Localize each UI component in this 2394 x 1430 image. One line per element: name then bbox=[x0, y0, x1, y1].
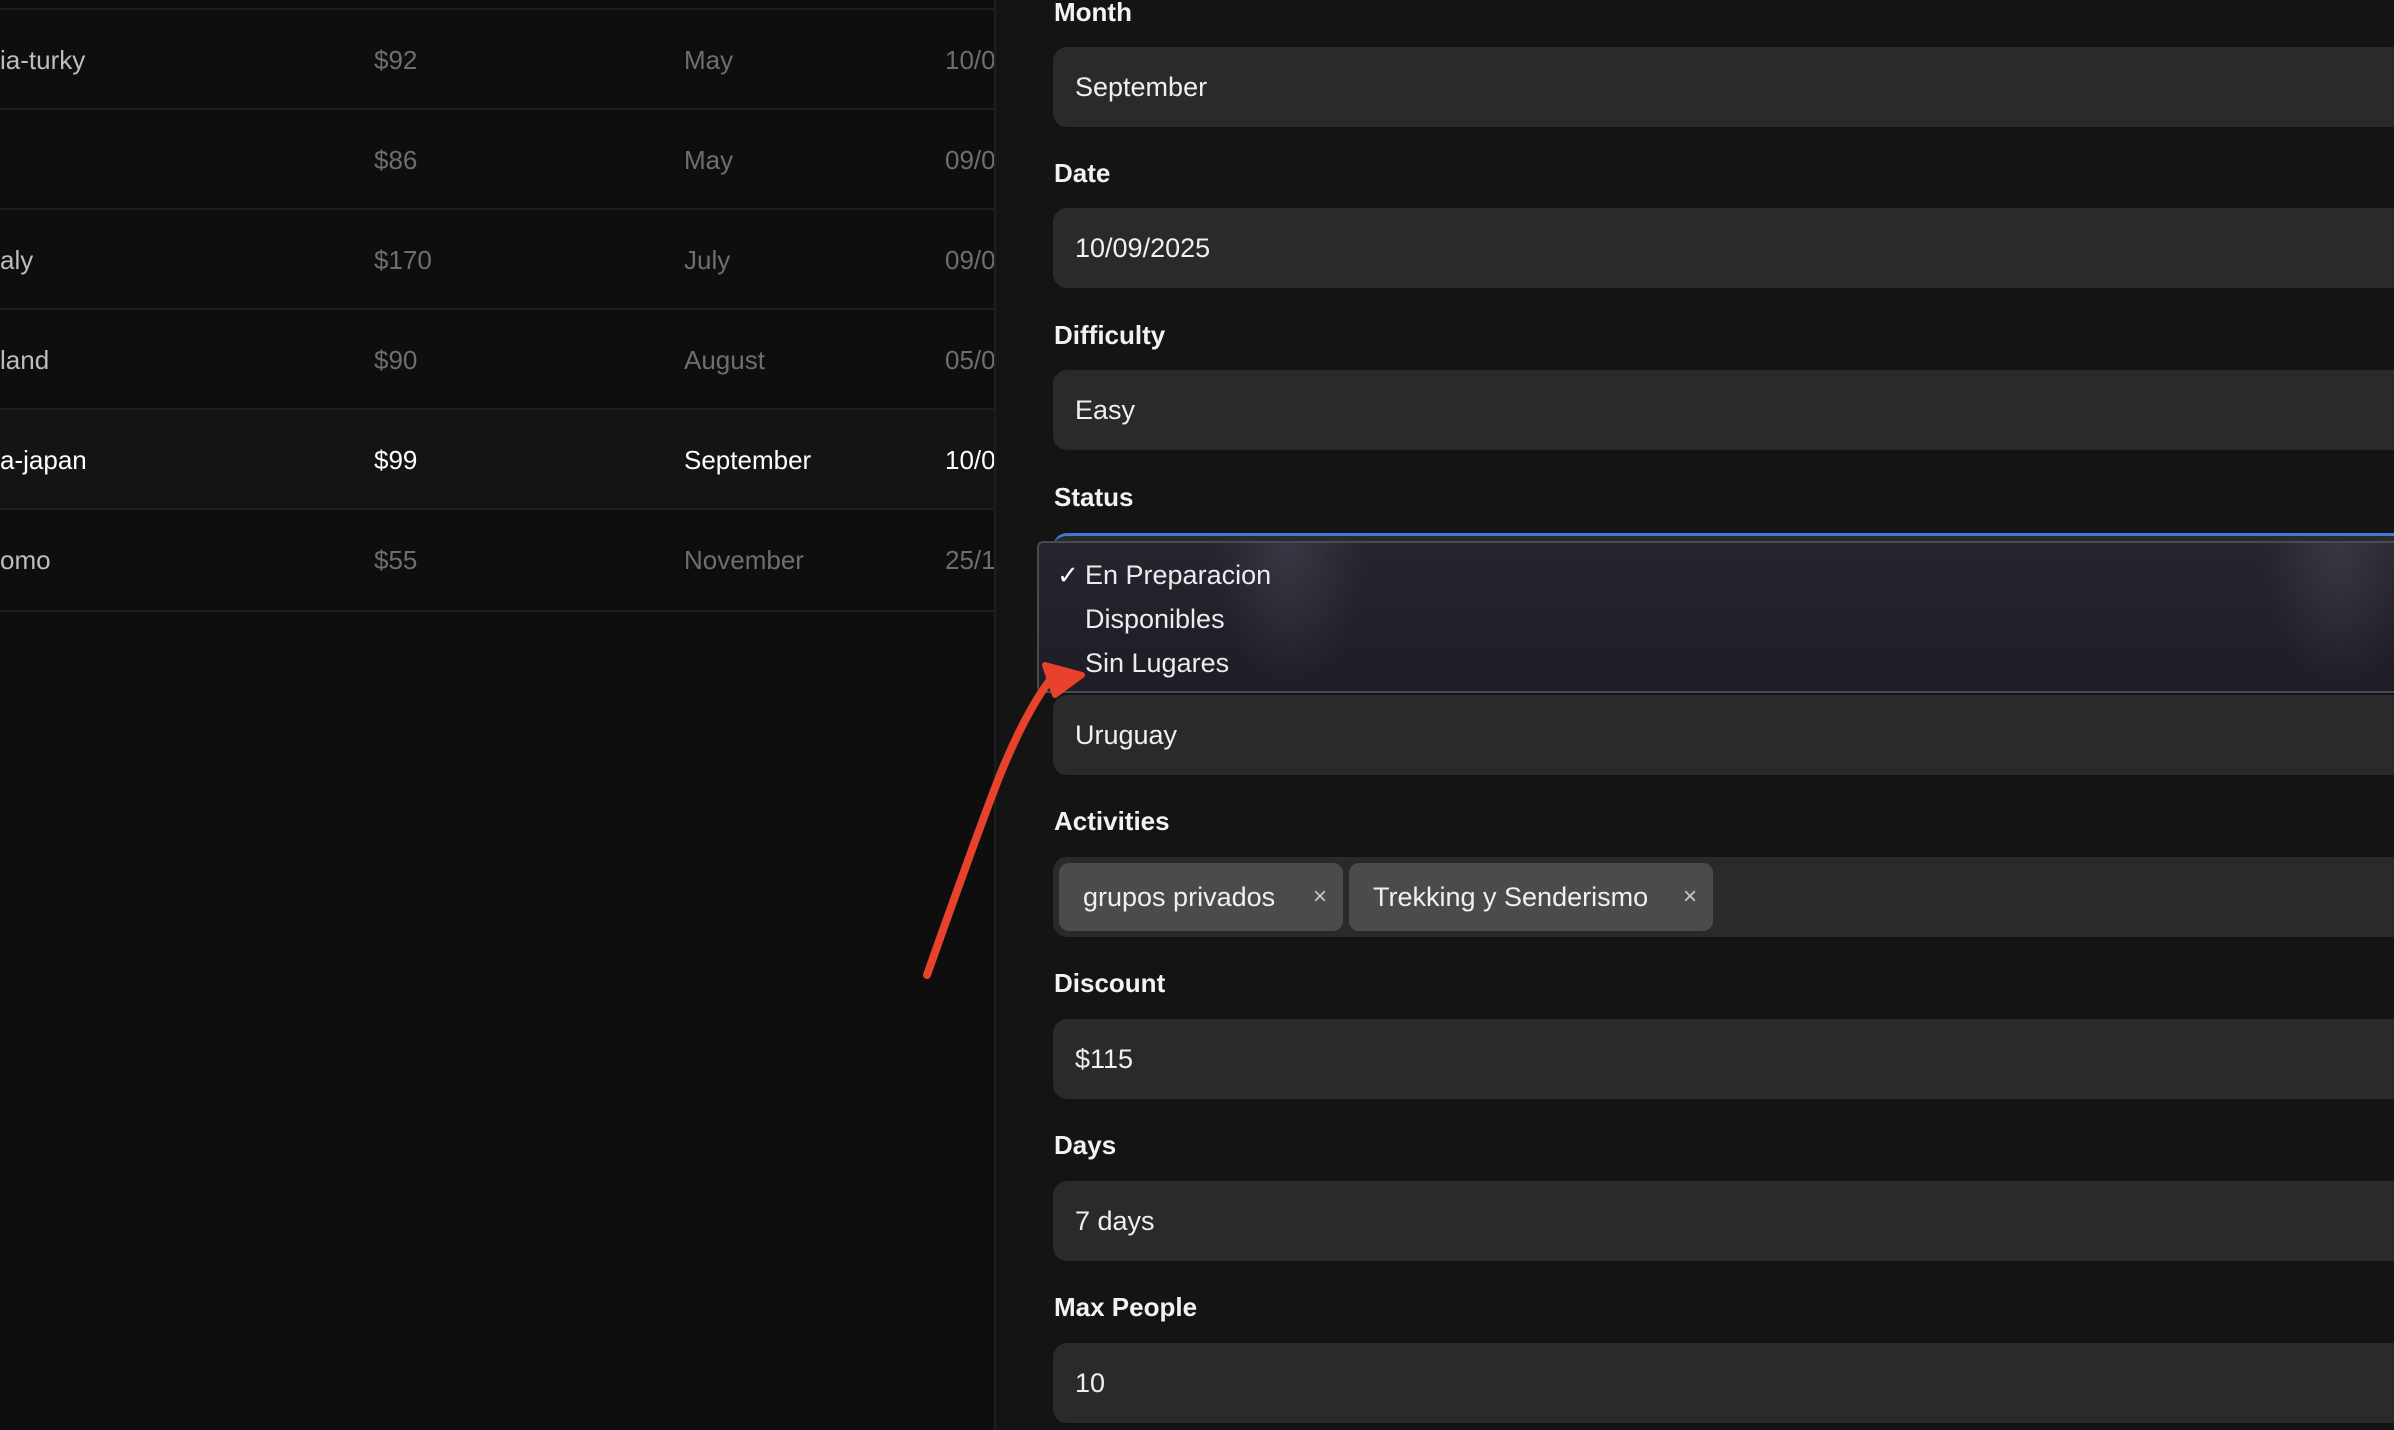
cell-month: May bbox=[684, 45, 734, 75]
status-dropdown-menu: ✓ En Preparacion Disponibles Sin Lugares bbox=[1037, 541, 2394, 693]
cell-price: $99 bbox=[374, 445, 418, 475]
activity-tag[interactable]: grupos privados × bbox=[1059, 863, 1343, 931]
difficulty-label: Difficulty bbox=[1054, 320, 1166, 350]
cell-price: $90 bbox=[374, 345, 418, 375]
check-icon: ✓ bbox=[1057, 560, 1079, 590]
close-icon[interactable]: × bbox=[1683, 863, 1697, 931]
table-row[interactable]: ia-turky $92 May 10/0 bbox=[0, 8, 994, 110]
max-people-label: Max People bbox=[1054, 1292, 1198, 1322]
date-field[interactable]: 10/09/2025 bbox=[1053, 208, 2394, 288]
activities-label: Activities bbox=[1054, 806, 1170, 836]
days-label: Days bbox=[1054, 1130, 1117, 1160]
table-row-selected[interactable]: a-japan $99 September 10/0 bbox=[0, 408, 994, 510]
cell-month: May bbox=[684, 145, 734, 175]
cell-price: $55 bbox=[374, 545, 418, 575]
cell-price: $92 bbox=[374, 45, 418, 75]
tours-table: ia-turky $92 May 10/0 $86 May 09/0 aly $… bbox=[0, 0, 994, 1430]
cell-name: ia-turky bbox=[0, 45, 86, 75]
activity-tag-label: Trekking y Senderismo bbox=[1373, 882, 1649, 912]
cell-name: land bbox=[0, 345, 50, 375]
edit-tour-drawer: Month September Date 10/09/2025 Difficul… bbox=[994, 0, 2394, 1430]
status-option-label: Sin Lugares bbox=[1085, 648, 1230, 678]
cell-date: 10/0 bbox=[945, 45, 994, 75]
country-field[interactable]: Uruguay bbox=[1053, 695, 2394, 775]
table-row[interactable]: $86 May 09/0 bbox=[0, 108, 994, 210]
cell-month: July bbox=[684, 245, 731, 275]
cell-month: September bbox=[684, 445, 812, 475]
status-option-sin-lugares[interactable]: Sin Lugares bbox=[1039, 641, 2394, 685]
cell-date: 09/0 bbox=[945, 245, 994, 275]
cell-date: 05/0 bbox=[945, 345, 994, 375]
app-screen: ia-turky $92 May 10/0 $86 May 09/0 aly $… bbox=[0, 0, 2394, 1430]
activity-tag[interactable]: Trekking y Senderismo × bbox=[1349, 863, 1713, 931]
max-people-field[interactable]: 10 bbox=[1053, 1343, 2394, 1423]
table-row[interactable]: omo $55 November 25/1 bbox=[0, 508, 994, 612]
days-field[interactable]: 7 days bbox=[1053, 1181, 2394, 1261]
discount-label: Discount bbox=[1054, 968, 1166, 998]
cell-name: omo bbox=[0, 545, 51, 575]
month-field[interactable]: September bbox=[1053, 47, 2394, 127]
cell-price: $170 bbox=[374, 245, 432, 275]
activity-tag-label: grupos privados bbox=[1083, 882, 1276, 912]
cell-name: a-japan bbox=[0, 445, 87, 475]
status-option-en-preparacion[interactable]: ✓ En Preparacion bbox=[1039, 553, 2394, 597]
month-label: Month bbox=[1054, 0, 1132, 27]
status-option-disponibles[interactable]: Disponibles bbox=[1039, 597, 2394, 641]
cell-name: aly bbox=[0, 245, 34, 275]
table-row[interactable]: land $90 August 05/0 bbox=[0, 308, 994, 410]
close-icon[interactable]: × bbox=[1313, 863, 1327, 931]
status-option-label: Disponibles bbox=[1085, 604, 1225, 634]
table-row[interactable]: aly $170 July 09/0 bbox=[0, 208, 994, 310]
activities-tag-input[interactable]: grupos privados × Trekking y Senderismo … bbox=[1053, 857, 2394, 937]
cell-date: 10/0 bbox=[945, 445, 994, 475]
date-label: Date bbox=[1054, 158, 1111, 188]
cell-date: 09/0 bbox=[945, 145, 994, 175]
difficulty-field[interactable]: Easy bbox=[1053, 370, 2394, 450]
discount-field[interactable]: $115 bbox=[1053, 1019, 2394, 1099]
cell-month: August bbox=[684, 345, 765, 375]
cell-month: November bbox=[684, 545, 804, 575]
status-option-label: En Preparacion bbox=[1085, 560, 1272, 590]
status-label: Status bbox=[1054, 482, 1134, 512]
cell-price: $86 bbox=[374, 145, 418, 175]
cell-date: 25/1 bbox=[945, 545, 994, 575]
